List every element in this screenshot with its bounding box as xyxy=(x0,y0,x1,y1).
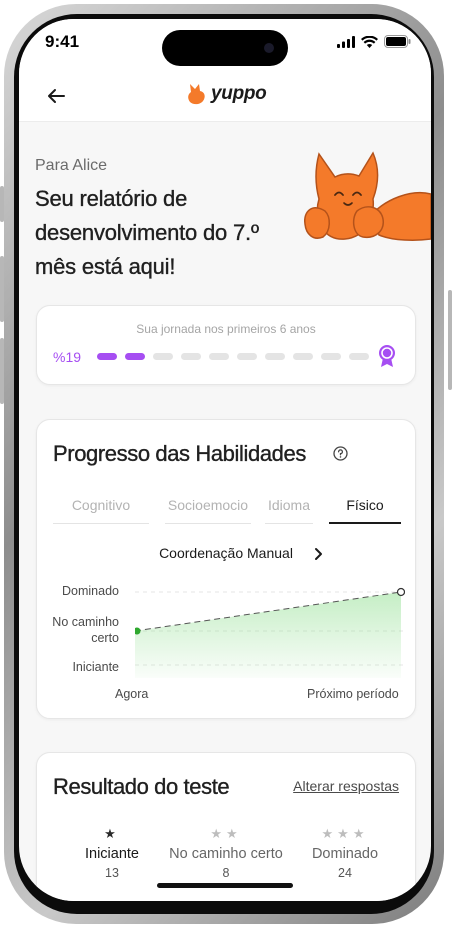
progress-area xyxy=(135,592,401,678)
journey-caption: Sua jornada nos primeiros 6 anos xyxy=(136,322,316,336)
help-icon[interactable] xyxy=(333,446,348,461)
journey-progress-card: Sua jornada nos primeiros 6 anos %19 xyxy=(36,305,416,385)
status-time: 9:41 xyxy=(45,32,80,51)
level-label-iniciante: Iniciante xyxy=(72,660,119,674)
volume-down-button xyxy=(0,338,4,404)
journey-percent: %19 xyxy=(53,349,82,365)
app-header: yuppo xyxy=(19,69,431,122)
result-column-dominado: ★★★ Dominado 24 xyxy=(301,826,389,880)
result-column-no-caminho-certo: ★★ No caminho certo 8 xyxy=(165,826,287,880)
skills-progress-title: Progresso das Habilidades xyxy=(53,441,307,466)
tab-cognitivo[interactable]: Cognitivo xyxy=(53,497,149,524)
result-count: 13 xyxy=(105,866,119,880)
result-label: No caminho certo xyxy=(169,846,283,862)
skill-progress-chart xyxy=(135,587,405,678)
dynamic-island xyxy=(162,30,288,66)
journey-segment xyxy=(125,353,145,360)
medal-icon xyxy=(379,345,395,367)
signal-icon xyxy=(337,35,355,48)
yuppo-logo: yuppo xyxy=(187,82,267,106)
fox-mascot-illustration xyxy=(304,151,431,241)
journey-segment xyxy=(153,353,173,360)
journey-segment xyxy=(97,353,117,360)
skill-tabs: Cognitivo Socioemocio Idioma Físico xyxy=(53,497,401,525)
home-indicator[interactable] xyxy=(157,883,293,888)
x-label-agora: Agora xyxy=(115,687,149,701)
tab-fisico[interactable]: Físico xyxy=(329,497,401,524)
greeting-title: Seu relatório de desenvolvimento do 7.º … xyxy=(35,186,259,279)
result-stars: ★ xyxy=(104,826,120,841)
level-label-dominado: Dominado xyxy=(62,584,119,598)
journey-segment xyxy=(237,353,257,360)
tab-idioma[interactable]: Idioma xyxy=(265,497,313,524)
battery-icon xyxy=(384,35,411,48)
skill-name: Coordenação Manual xyxy=(159,545,293,561)
logo-text: yuppo xyxy=(211,83,267,104)
journey-segment xyxy=(209,353,229,360)
change-answers-link[interactable]: Alterar respostas xyxy=(293,778,399,794)
wifi-icon xyxy=(361,35,378,48)
volume-up-button xyxy=(0,256,4,322)
back-arrow-icon[interactable] xyxy=(45,85,67,107)
result-stars: ★★ xyxy=(210,826,242,841)
journey-segment xyxy=(321,353,341,360)
level-label-no-caminho-certo: No caminho certo xyxy=(52,615,119,645)
journey-segment xyxy=(181,353,201,360)
action-button xyxy=(0,186,4,222)
skills-progress-card: Progresso das Habilidades Cognitivo Soci… xyxy=(36,419,416,719)
result-count: 8 xyxy=(222,866,230,880)
status-icons xyxy=(337,35,411,48)
chevron-right-icon[interactable] xyxy=(314,547,324,561)
greeting-recipient: Para Alice xyxy=(35,157,108,174)
power-button xyxy=(448,290,452,390)
journey-segment xyxy=(293,353,313,360)
result-stars: ★★★ xyxy=(321,826,369,841)
app-screen: 9:41 yuppo Para Alice Seu relatório de d… xyxy=(19,19,431,901)
journey-segment xyxy=(265,353,285,360)
test-result-card: Resultado do teste Alterar respostas ★ I… xyxy=(36,752,416,901)
status-bar: 9:41 xyxy=(19,19,431,69)
result-label: Iniciante xyxy=(84,846,139,862)
skill-selector[interactable]: Coordenação Manual xyxy=(37,545,415,561)
camera-icon xyxy=(264,43,274,53)
journey-segment xyxy=(349,353,369,360)
x-label-proximo-periodo: Próximo período xyxy=(307,687,399,701)
result-label: Dominado xyxy=(311,846,379,862)
result-count: 24 xyxy=(338,866,352,880)
test-result-title: Resultado do teste xyxy=(53,774,230,799)
data-point-proximo-periodo xyxy=(396,587,405,597)
tab-socioemocio[interactable]: Socioemocio xyxy=(165,497,251,524)
journey-segment-bar xyxy=(97,353,369,360)
yuppo-mascot-logo-icon xyxy=(188,84,205,105)
result-column-iniciante: ★ Iniciante 13 xyxy=(65,826,159,880)
